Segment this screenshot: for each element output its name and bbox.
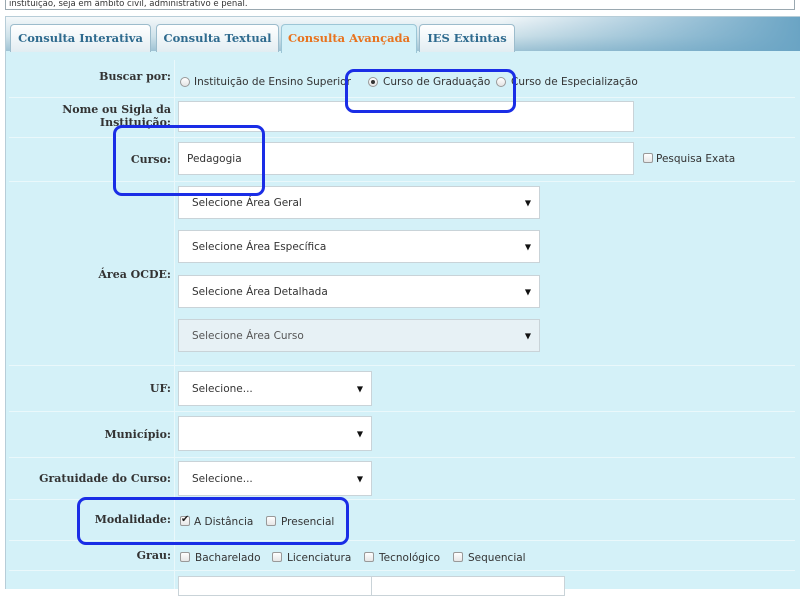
area-curso-select[interactable]: Selecione Área Curso ▼	[178, 319, 540, 352]
grau-sequencial-label: Sequencial	[468, 552, 526, 564]
chevron-down-icon: ▼	[524, 331, 531, 340]
area-detalhada-value: Selecione Área Detalhada	[192, 285, 328, 298]
grau-licenciatura-label: Licenciatura	[287, 552, 352, 564]
highlight-box	[77, 497, 349, 545]
chevron-down-icon: ▼	[524, 242, 531, 251]
tab-consulta-avancada[interactable]: Consulta Avançada	[281, 24, 417, 53]
row-divider	[9, 570, 795, 571]
grau-bacharelado-label: Bacharelado	[195, 552, 261, 564]
area-detalhada-select[interactable]: Selecione Área Detalhada ▼	[178, 275, 540, 308]
pesquisa-exata-label: Pesquisa Exata	[656, 153, 736, 165]
tab-bar: Consulta Interativa Consulta Textual Con…	[5, 16, 800, 53]
grau-bacharelado-checkbox[interactable]	[180, 552, 190, 562]
highlight-box	[345, 69, 516, 113]
row-divider	[9, 411, 795, 412]
highlight-box	[113, 125, 265, 196]
gratuidade-label: Gratuidade do Curso:	[39, 472, 171, 485]
chevron-down-icon: ▼	[524, 287, 531, 296]
area-curso-value: Selecione Área Curso	[192, 329, 304, 342]
municipio-select[interactable]: ▼	[178, 416, 372, 451]
chevron-down-icon: ▼	[356, 384, 363, 393]
grau-licenciatura-checkbox[interactable]	[272, 552, 282, 562]
radio-curso-especializacao-label: Curso de Especialização	[511, 76, 638, 88]
municipio-label: Município:	[104, 428, 172, 441]
tab-ies-extintas[interactable]: IES Extintas	[419, 24, 515, 52]
grau-sequencial-checkbox[interactable]	[453, 552, 463, 562]
grau-tecnologico-checkbox[interactable]	[364, 552, 374, 562]
next-row-field[interactable]	[178, 576, 372, 596]
chevron-down-icon: ▼	[356, 429, 363, 438]
buscar-por-label: Buscar por:	[99, 70, 171, 83]
legal-notice: instituição, seja em âmbito civil, admin…	[5, 0, 795, 10]
area-geral-value: Selecione Área Geral	[192, 196, 302, 209]
row-divider	[9, 457, 795, 458]
gratuidade-select[interactable]: Selecione... ▼	[178, 461, 372, 496]
area-especifica-value: Selecione Área Específica	[192, 240, 327, 253]
chevron-down-icon: ▼	[356, 474, 363, 483]
grau-tecnologico-label: Tecnológico	[379, 552, 441, 564]
area-ocde-label: Área OCDE:	[98, 268, 171, 281]
uf-value: Selecione...	[192, 382, 253, 395]
uf-select[interactable]: Selecione... ▼	[178, 371, 372, 406]
grau-label: Grau:	[136, 549, 171, 562]
row-divider	[9, 365, 795, 366]
gratuidade-value: Selecione...	[192, 472, 253, 485]
tab-consulta-interativa[interactable]: Consulta Interativa	[10, 24, 151, 52]
area-especifica-select[interactable]: Selecione Área Específica ▼	[178, 230, 540, 263]
chevron-down-icon: ▼	[524, 198, 531, 207]
uf-label: UF:	[149, 382, 171, 395]
next-row-field[interactable]	[371, 576, 565, 596]
radio-instituicao[interactable]	[180, 77, 190, 87]
pesquisa-exata-checkbox[interactable]	[643, 153, 653, 163]
tab-consulta-textual[interactable]: Consulta Textual	[156, 24, 279, 52]
radio-instituicao-label: Instituição de Ensino Superior	[194, 76, 351, 88]
